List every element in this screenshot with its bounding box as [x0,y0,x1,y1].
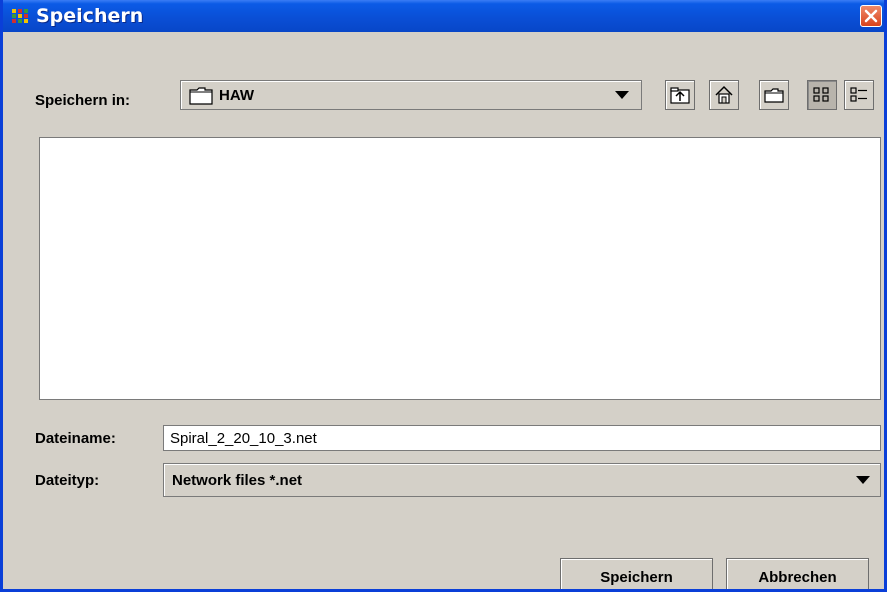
save-in-label: Speichern in: [35,92,131,109]
save-dialog: Speichern Speichern in: HAW Dateiname: S… [0,0,887,592]
new-folder-icon [764,88,784,103]
home-icon [715,85,733,104]
chevron-down-icon [615,91,629,99]
details-view-icon [850,87,867,102]
filetype-label: Dateityp: [35,472,100,489]
app-icon [12,9,28,23]
cancel-button[interactable]: Abbrechen [726,558,869,589]
filename-input[interactable] [163,425,881,451]
folder-up-icon [670,87,690,104]
current-folder: HAW [219,87,254,104]
chevron-down-icon [856,476,870,484]
home-button[interactable] [709,80,739,110]
folder-icon [189,87,213,105]
window-title: Speichern [36,5,144,27]
close-icon [864,9,878,23]
close-button[interactable] [860,5,882,27]
list-view-button[interactable] [807,80,837,110]
title-bar[interactable]: Speichern [3,0,884,32]
filetype-dropdown[interactable]: Network files *.net [163,463,881,497]
file-list[interactable] [39,137,881,400]
save-button[interactable]: Speichern [560,558,713,589]
up-one-level-button[interactable] [665,80,695,110]
new-folder-button[interactable] [759,80,789,110]
list-view-icon [813,87,829,102]
details-view-button[interactable] [844,80,874,110]
filename-label: Dateiname: [35,430,116,447]
save-in-dropdown[interactable]: HAW [180,80,642,110]
filetype-value: Network files *.net [172,472,303,489]
